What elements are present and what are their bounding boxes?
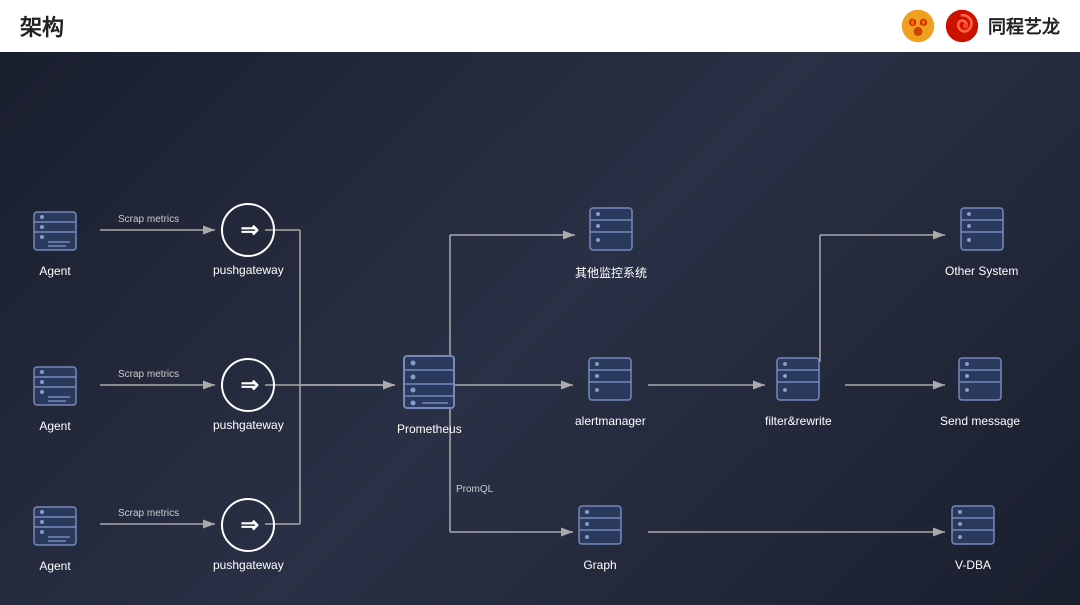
diagram-area: Scrap metrics Scrap metrics Scrap metric…	[0, 52, 1080, 605]
logo-icon1	[900, 8, 936, 44]
arrows-layer	[0, 52, 1080, 605]
send-message-node: Send message	[940, 350, 1020, 428]
other-monitor-icon	[586, 200, 636, 258]
header: 架构 同程艺龙	[0, 0, 1080, 52]
agent2-icon	[30, 355, 80, 413]
send-message-icon	[955, 350, 1005, 408]
vdba-node: V-DBA	[948, 500, 998, 572]
scrap-label-3: Scrap metrics	[118, 508, 179, 519]
agent3-icon	[30, 495, 80, 553]
pushgateway3-node: ⇒ pushgateway	[213, 498, 284, 572]
graph-icon	[575, 500, 625, 552]
logo-icon2	[944, 8, 980, 44]
pushgateway2-node: ⇒ pushgateway	[213, 358, 284, 432]
pushgateway3-icon: ⇒	[221, 498, 275, 552]
filter-rewrite-label: filter&rewrite	[765, 414, 832, 428]
pushgateway2-icon: ⇒	[221, 358, 275, 412]
agent1-icon	[30, 200, 80, 258]
agent3-label: Agent	[39, 559, 70, 573]
alertmanager-node: alertmanager	[575, 350, 646, 428]
scrap-label-1: Scrap metrics	[118, 214, 179, 225]
pushgateway1-icon: ⇒	[221, 203, 275, 257]
pushgateway2-label: pushgateway	[213, 418, 284, 432]
agent3-node: Agent	[30, 495, 80, 573]
other-system-icon	[957, 200, 1007, 258]
scrap-label-2: Scrap metrics	[118, 369, 179, 380]
pushgateway1-node: ⇒ pushgateway	[213, 203, 284, 277]
vdba-label: V-DBA	[955, 558, 991, 572]
alertmanager-label: alertmanager	[575, 414, 646, 428]
filter-rewrite-node: filter&rewrite	[765, 350, 832, 428]
promql-label: PromQL	[456, 484, 493, 495]
other-system-label: Other System	[945, 264, 1018, 278]
logo-area: 同程艺龙	[900, 8, 1060, 44]
graph-label: Graph	[583, 558, 616, 572]
page-title: 架构	[20, 10, 64, 42]
filter-rewrite-icon	[773, 350, 823, 408]
agent2-label: Agent	[39, 419, 70, 433]
other-system-node: Other System	[945, 200, 1018, 278]
agent1-label: Agent	[39, 264, 70, 278]
vdba-icon	[948, 500, 998, 552]
other-monitor-label: 其他监控系统	[575, 264, 647, 281]
agent1-node: Agent	[30, 200, 80, 278]
prometheus-label: Prometheus	[397, 422, 462, 436]
agent2-node: Agent	[30, 355, 80, 433]
alertmanager-icon	[585, 350, 635, 408]
pushgateway3-label: pushgateway	[213, 558, 284, 572]
prometheus-icon	[400, 348, 458, 416]
send-message-label: Send message	[940, 414, 1020, 428]
pushgateway1-label: pushgateway	[213, 263, 284, 277]
graph-node: Graph	[575, 500, 625, 572]
other-monitor-node: 其他监控系统	[575, 200, 647, 281]
logo-text: 同程艺龙	[988, 13, 1060, 39]
prometheus-node: Prometheus	[397, 348, 462, 436]
